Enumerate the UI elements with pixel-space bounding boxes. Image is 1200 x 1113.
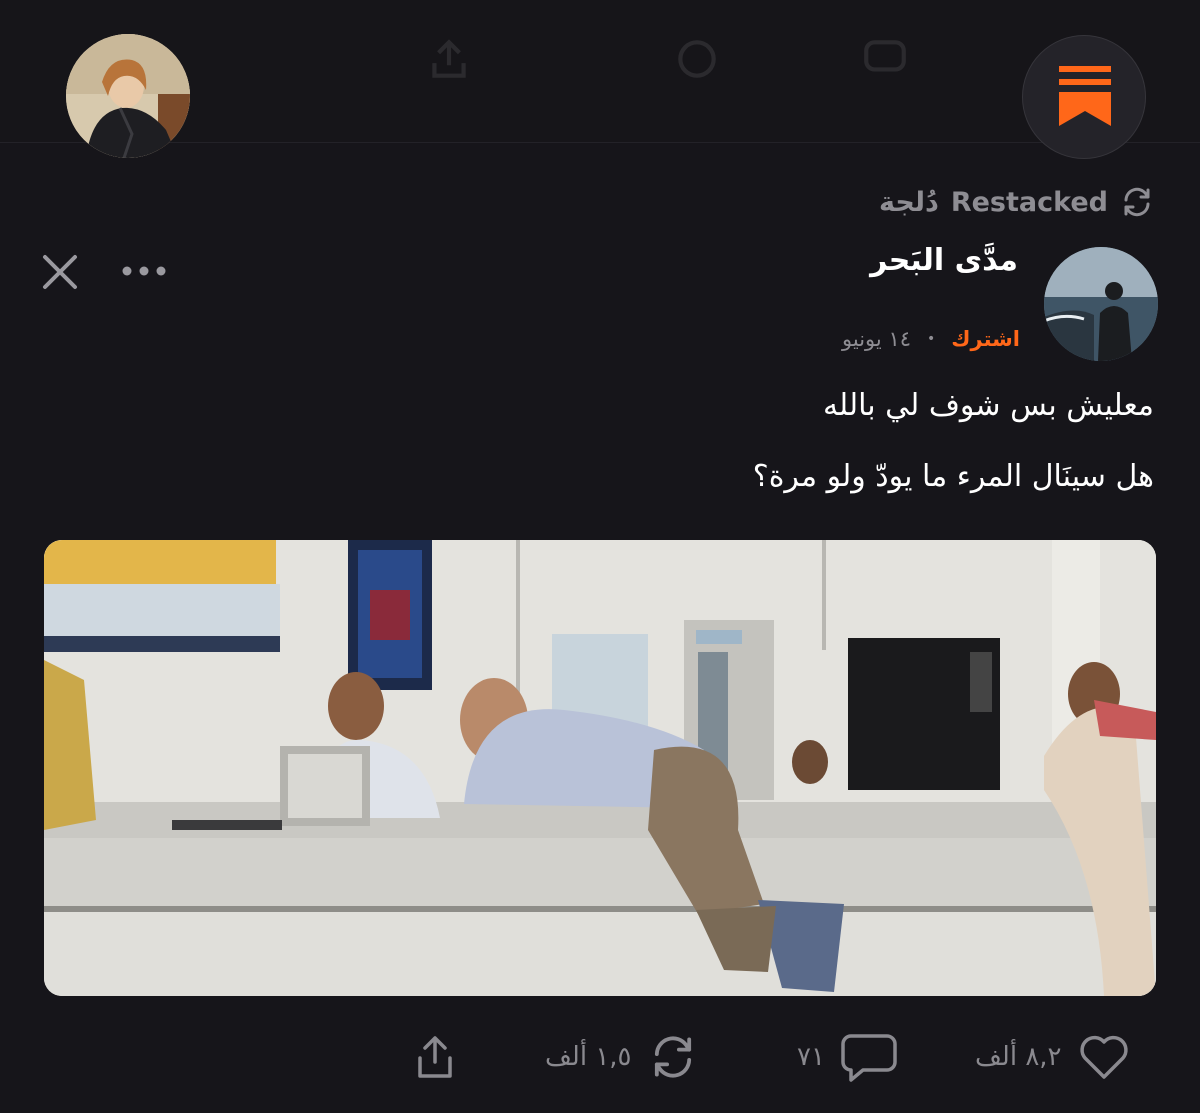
share-icon: [418, 1036, 452, 1078]
close-icon[interactable]: [40, 252, 80, 292]
restack-count: ١,٥ ألف: [545, 1042, 632, 1072]
share-action[interactable]: [410, 1030, 460, 1084]
ghost-restack-icon: [678, 40, 716, 78]
ghost-comment-icon: [864, 40, 906, 72]
profile-photo-icon: [66, 34, 190, 158]
post-image[interactable]: [44, 540, 1156, 996]
author-avatar[interactable]: [1044, 247, 1158, 361]
comment-count: ٧١: [797, 1042, 825, 1072]
more-options-icon[interactable]: [120, 258, 170, 284]
restacked-label: Restacked: [950, 186, 1108, 218]
meta-separator: •: [927, 331, 936, 347]
substack-logo-button[interactable]: [1022, 35, 1146, 159]
post-text-line-2: هل سينَال المرء ما يودّ ولو مرة؟: [752, 459, 1154, 494]
ghost-share-icon: [432, 39, 466, 78]
author-name[interactable]: مدَّى البَحر: [870, 243, 1018, 278]
restack-icon: [1124, 187, 1150, 217]
comment-icon: [841, 1034, 897, 1082]
subscribe-button[interactable]: اشترك: [951, 327, 1020, 351]
top-bar: [0, 0, 1200, 159]
restack-action[interactable]: ١,٥ ألف: [545, 1030, 698, 1084]
comment-action[interactable]: ٧١: [797, 1030, 897, 1084]
user-avatar[interactable]: [66, 34, 190, 158]
restack-action-icon: [654, 1036, 691, 1078]
like-count: ٨,٢ ألف: [975, 1042, 1062, 1072]
author-photo-icon: [1044, 247, 1158, 361]
restacked-by-name: دُلجة: [878, 186, 939, 218]
post-text-line-1: معليش بس شوف لي بالله: [822, 388, 1154, 423]
office-scene-photo: [44, 540, 1156, 996]
substack-logo-icon: [1059, 66, 1111, 126]
post-meta: ١٤ يونيو • اشترك: [842, 322, 1020, 356]
heart-icon: [1079, 1035, 1128, 1079]
post-date: ١٤ يونيو: [842, 327, 911, 351]
restacked-indicator[interactable]: دُلجة Restacked: [879, 184, 1154, 220]
like-action[interactable]: ٨,٢ ألف: [975, 1030, 1130, 1084]
